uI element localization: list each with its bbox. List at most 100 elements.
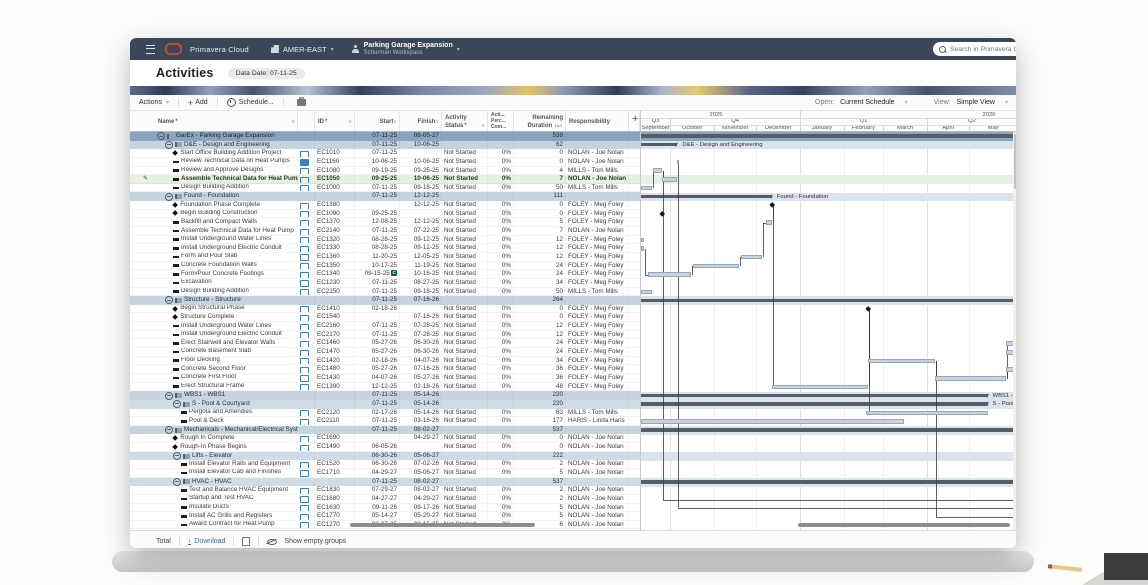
download-button[interactable]: ↓Download <box>188 538 226 545</box>
discussion-icon[interactable] <box>300 289 309 295</box>
activity-row[interactable]: Install Elevator Cab and FinishesEC17100… <box>130 469 640 478</box>
gantt-milestone[interactable] <box>659 211 665 217</box>
gantt-task-bar[interactable] <box>648 272 692 277</box>
activity-row[interactable]: Erect Stairwell and Elevator WallsEC1460… <box>130 339 640 348</box>
activity-row[interactable]: Test and Balance HVAC EquipmentEC183007-… <box>130 486 640 495</box>
discussion-icon[interactable] <box>300 514 309 520</box>
org-selector[interactable]: AMER-EAST <box>283 45 327 54</box>
discussion-icon[interactable] <box>300 496 309 502</box>
discussion-icon[interactable] <box>300 151 309 157</box>
discussion-icon[interactable] <box>300 436 309 442</box>
add-activity-button[interactable]: +Add <box>179 95 217 110</box>
chevron-down-icon[interactable]: ▾ <box>331 46 334 53</box>
discussion-icon[interactable] <box>300 324 309 330</box>
gantt-summary-bar[interactable] <box>641 299 1016 303</box>
group-row[interactable]: Found - Foundation07-11-2512-12-25111 <box>130 192 640 201</box>
activity-row[interactable]: Insulate DuctsEC163009-11-2609-17-26Not … <box>130 504 640 513</box>
discussion-icon[interactable] <box>300 341 309 347</box>
chevron-down-icon[interactable]: ▾ <box>457 46 460 53</box>
column-header-remaining-duration[interactable]: RemainingDuration ↓₁∨ <box>514 111 566 131</box>
table-horizontal-scrollbar[interactable] <box>350 523 535 527</box>
gantt-task-bar[interactable] <box>693 264 740 269</box>
collapse-icon[interactable] <box>165 392 173 400</box>
discussion-icon[interactable] <box>300 229 309 235</box>
show-empty-groups-toggle[interactable]: Show empty groups <box>284 538 346 545</box>
discussion-icon[interactable] <box>300 315 309 321</box>
activity-row[interactable]: Begin Structural PhaseEC141002-18-26Not … <box>130 305 640 314</box>
group-row[interactable]: GarEx - Parking Garage Expansion07-11-25… <box>130 132 640 141</box>
view-dropdown[interactable]: Simple View <box>957 99 995 106</box>
discussion-icon[interactable] <box>300 410 309 416</box>
discussion-icon[interactable] <box>300 306 309 312</box>
column-header-activity-status[interactable]: ActivityStatus*∨ <box>442 111 488 131</box>
column-header-finish[interactable]: ∨Finish <box>400 111 442 131</box>
activity-row[interactable]: Assemble Technical Data for Heat PumpEC2… <box>130 227 640 236</box>
gantt-task-bar[interactable] <box>641 246 644 251</box>
discussion-icon[interactable] <box>300 462 309 468</box>
activity-row[interactable]: Erect Structural FrameEC139012-12-2502-1… <box>130 383 640 392</box>
column-menu-icon[interactable]: ∨ <box>291 119 295 125</box>
group-row[interactable]: D&E - Design and Engineering07-11-2510-0… <box>130 141 640 150</box>
discussion-icon[interactable] <box>300 350 309 356</box>
collapse-icon[interactable] <box>157 132 165 140</box>
gantt-milestone[interactable] <box>769 202 775 208</box>
gantt-task-bar[interactable] <box>866 411 987 416</box>
activity-row[interactable]: Design Building AdditionEC100007-11-2509… <box>130 184 640 193</box>
discussion-icon[interactable] <box>300 185 309 191</box>
activity-row[interactable]: Install Underground Electric ConduitEC13… <box>130 244 640 253</box>
hide-empty-groups-icon[interactable] <box>267 538 276 544</box>
gantt-task-bar[interactable] <box>653 168 661 173</box>
chevron-down-icon[interactable]: ▾ <box>905 99 908 106</box>
activity-row[interactable]: Startup and Test HVACEC168004-27-2704-29… <box>130 495 640 504</box>
group-row[interactable]: Lifts - Elevator06-30-2605-06-27222 <box>130 452 640 461</box>
activity-row[interactable]: Rough In CompleteEC169004-29-27Not Start… <box>130 434 640 443</box>
activity-row[interactable]: Concrete Second FloorEC148005-27-2607-16… <box>130 365 640 374</box>
discussion-icon[interactable] <box>300 419 309 425</box>
gantt-summary-bar[interactable] <box>641 134 1016 138</box>
global-search-input[interactable]: Search in Primavera Cloud <box>933 42 1016 56</box>
activity-row[interactable]: Foundation Phase CompleteEC138012-12-25N… <box>130 201 640 210</box>
add-column-button[interactable]: + <box>629 111 640 131</box>
activity-row[interactable]: Install Underground Water LinesEC216007-… <box>130 322 640 331</box>
column-header-name[interactable]: Name*∨ <box>155 111 298 131</box>
activity-row[interactable]: Floor DeckingEC142002-18-2604-07-26Not S… <box>130 357 640 366</box>
discussion-icon[interactable] <box>300 522 309 528</box>
gantt-task-bar[interactable] <box>766 220 772 225</box>
column-header-percent-complete[interactable]: Acti...Perc...Com... <box>488 111 514 131</box>
discussion-icon[interactable] <box>300 246 309 252</box>
activity-row[interactable]: Concrete First FloorEC143004-07-2605-27-… <box>130 374 640 383</box>
collapse-icon[interactable] <box>165 296 173 304</box>
column-header-responsibility[interactable]: Responsibility <box>566 111 629 131</box>
activity-row[interactable]: ExcavationEC123007-11-2508-27-25Not Star… <box>130 279 640 288</box>
activity-row[interactable]: Pergola and AmenitiesEC212002-17-2605-14… <box>130 409 640 418</box>
gantt-task-bar[interactable] <box>641 290 652 295</box>
activity-row[interactable]: Backfill and Compact WallsEC137012-08-25… <box>130 218 640 227</box>
discussion-icon[interactable] <box>300 203 309 209</box>
discussion-icon[interactable] <box>300 367 309 373</box>
gantt-horizontal-scrollbar[interactable] <box>798 523 1010 527</box>
gantt-task-bar[interactable] <box>868 359 936 364</box>
group-row[interactable]: HVAC - HVAC07-11-2508-02-27537 <box>130 478 640 487</box>
discussion-icon[interactable] <box>300 445 309 451</box>
gantt-summary-bar[interactable] <box>641 428 1016 432</box>
activity-row[interactable]: Start Office Building Addition ProjectEC… <box>130 149 640 158</box>
discussion-icon[interactable] <box>300 375 309 381</box>
group-row[interactable]: WBS1 - WBS107-11-2505-14-26220 <box>130 391 640 400</box>
activity-row[interactable]: Concrete Foundation WallsEC135010-17-251… <box>130 262 640 271</box>
discussion-icon[interactable] <box>300 211 309 217</box>
discussion-icon[interactable] <box>300 220 309 226</box>
activity-row[interactable]: Assemble Technical Data for Heat PumpEC1… <box>130 175 640 184</box>
discussion-icon[interactable] <box>300 237 309 243</box>
gantt-milestone[interactable] <box>865 306 871 312</box>
column-menu-icon[interactable]: ∨ <box>481 123 485 129</box>
gantt-task-bar[interactable] <box>662 177 678 182</box>
discussion-icon[interactable] <box>300 470 309 476</box>
activity-row[interactable]: Form/Pour Concrete FootingsEC134009-15-2… <box>130 270 640 279</box>
activity-row[interactable]: Review and Approve DesignsEC108009-19-25… <box>130 167 640 176</box>
sort-ascending-icon[interactable]: ↓₁ <box>554 123 559 129</box>
gantt-task-bar[interactable] <box>935 376 1006 381</box>
collapse-icon[interactable] <box>165 193 173 201</box>
activity-row[interactable]: Install Underground Water LinesEC132008-… <box>130 236 640 245</box>
group-row[interactable]: Structure - Structure07-11-2507-16-26264 <box>130 296 640 305</box>
project-selector[interactable]: Parking Garage Expansion Schurman Worksp… <box>364 42 453 57</box>
